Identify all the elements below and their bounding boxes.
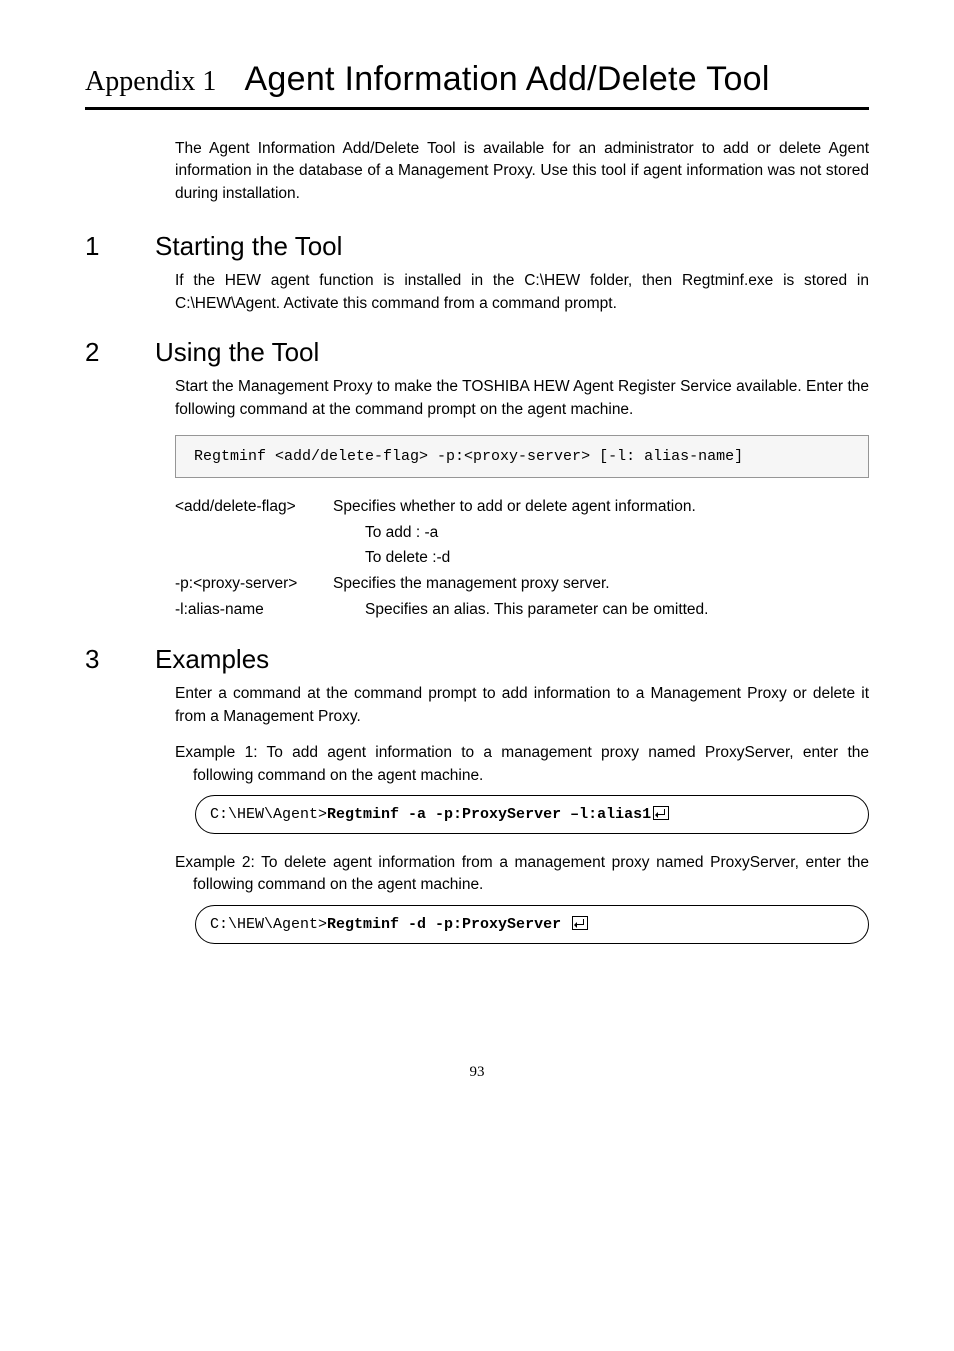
param-3-desc: Specifies an alias. This parameter can b… (333, 597, 869, 623)
param-row-2: -p:<proxy-server> Specifies the manageme… (175, 571, 869, 597)
example-2-command: C:\HEW\Agent>Regtminf -d -p:ProxyServer (195, 905, 869, 944)
enter-key-icon (572, 916, 588, 930)
section-2-title: Using the Tool (155, 337, 319, 368)
section-1-title: Starting the Tool (155, 231, 342, 262)
page-number: 93 (85, 1064, 869, 1081)
param-1-desc: Specifies whether to add or delete agent… (333, 494, 869, 520)
section-1-body: If the HEW agent function is installed i… (175, 270, 869, 315)
parameter-list: <add/delete-flag> Specifies whether to a… (175, 494, 869, 622)
section-1-text: If the HEW agent function is installed i… (175, 270, 869, 315)
syntax-box: Regtminf <add/delete-flag> -p:<proxy-ser… (175, 435, 869, 478)
example-1-bold: Regtminf -a -p:ProxyServer –l:alias1 (327, 806, 651, 823)
param-row-3: -l:alias-name Specifies an alias. This p… (175, 597, 869, 623)
example-2-text: Example 2: To delete agent information f… (175, 852, 869, 897)
param-2-desc: Specifies the management proxy server. (333, 571, 869, 597)
section-3-title: Examples (155, 644, 269, 675)
param-1-sub2: To delete :-d (365, 545, 869, 571)
example-2-prompt: C:\HEW\Agent> (210, 916, 327, 933)
param-1-sub1: To add : -a (365, 520, 869, 546)
appendix-label: Appendix 1 (85, 66, 216, 98)
section-2-number: 2 (85, 337, 155, 368)
section-3-number: 3 (85, 644, 155, 675)
param-row-1: <add/delete-flag> Specifies whether to a… (175, 494, 869, 520)
section-3-header: 3 Examples (85, 644, 869, 675)
example-1-text: Example 1: To add agent information to a… (175, 742, 869, 787)
intro-text: The Agent Information Add/Delete Tool is… (175, 138, 869, 205)
intro-block: The Agent Information Add/Delete Tool is… (175, 138, 869, 205)
document-page: Appendix 1 Agent Information Add/Delete … (0, 0, 954, 1121)
enter-key-icon (653, 806, 669, 820)
section-1-header: 1 Starting the Tool (85, 231, 869, 262)
section-2-header: 2 Using the Tool (85, 337, 869, 368)
section-1-number: 1 (85, 231, 155, 262)
example-1-command: C:\HEW\Agent>Regtminf -a -p:ProxyServer … (195, 795, 869, 834)
section-2-body: Start the Management Proxy to make the T… (175, 376, 869, 622)
example-2-bold: Regtminf -d -p:ProxyServer (327, 916, 561, 933)
section-2-text: Start the Management Proxy to make the T… (175, 376, 869, 421)
appendix-header: Appendix 1 Agent Information Add/Delete … (85, 60, 869, 110)
example-1-prompt: C:\HEW\Agent> (210, 806, 327, 823)
appendix-title: Agent Information Add/Delete Tool (244, 60, 769, 99)
section-3-body: Enter a command at the command prompt to… (175, 683, 869, 944)
param-1-key: <add/delete-flag> (175, 494, 333, 520)
section-3-text: Enter a command at the command prompt to… (175, 683, 869, 728)
param-2-key: -p:<proxy-server> (175, 571, 333, 597)
param-3-key: -l:alias-name (175, 597, 333, 623)
